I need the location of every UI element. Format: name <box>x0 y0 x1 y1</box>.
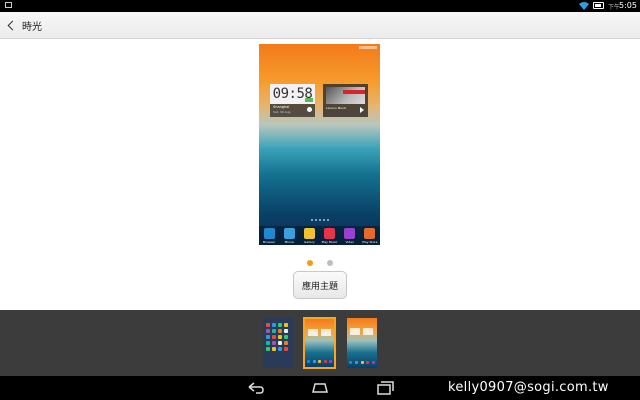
theme-thumbnail[interactable] <box>263 318 293 368</box>
gallery-icon <box>303 228 315 239</box>
dock-item: Phone <box>283 228 296 244</box>
theme-thumbnail-selected[interactable] <box>303 317 336 369</box>
page-title: 時光 <box>22 21 42 33</box>
preview-status-bar <box>359 46 377 49</box>
music-icon <box>324 228 336 239</box>
action-bar: 時光 <box>0 12 640 39</box>
browser-icon <box>263 228 275 239</box>
chevron-left-icon <box>7 20 18 30</box>
sun-icon <box>307 107 312 112</box>
back-button[interactable]: 時光 <box>2 12 62 38</box>
watermark-text: kelly0907@sogi.com.tw <box>448 380 609 395</box>
dock-item: Gallery <box>303 228 316 244</box>
home-nav-icon[interactable] <box>310 380 330 396</box>
preview-pager <box>0 251 640 270</box>
preview-clock-widget: 09:58 Shanghai Sat, 30 Aug <box>270 84 315 117</box>
store-icon <box>364 228 376 239</box>
preview-music-title: Lenovo Music <box>326 106 347 110</box>
dock-item: Play Music <box>322 228 337 244</box>
theme-thumbnail[interactable] <box>347 318 377 368</box>
dock-item: Play Store <box>362 228 377 244</box>
weather-badge <box>305 98 313 102</box>
theme-preview[interactable]: 09:58 Shanghai Sat, 30 Aug Lenovo Music … <box>259 44 380 245</box>
preview-page-dots <box>259 218 380 222</box>
album-art-flag <box>343 90 365 94</box>
recent-apps-icon[interactable] <box>375 380 395 396</box>
preview-music-widget: Lenovo Music <box>323 84 368 117</box>
phone-icon <box>283 228 295 239</box>
play-icon <box>360 107 364 113</box>
video-icon <box>344 228 356 239</box>
clock-time: 5:05 <box>619 1 637 10</box>
preview-clock-date: Sat, 30 Aug <box>273 110 291 114</box>
preview-dock: Browser Phone Gallery Play Music Video P… <box>259 226 380 245</box>
pager-dot[interactable] <box>326 260 333 266</box>
preview-clock-city: Shanghai <box>273 105 290 109</box>
wifi-icon <box>579 2 589 10</box>
pager-dot-active[interactable] <box>307 260 314 266</box>
battery-icon <box>593 2 604 9</box>
theme-thumbnail-strip <box>0 310 640 376</box>
apply-theme-button[interactable]: 應用主題 <box>293 271 347 299</box>
dock-item: Browser <box>263 228 276 244</box>
screenshot-notification-icon <box>5 2 12 8</box>
status-bar: 下午 5:05 <box>0 0 640 12</box>
back-nav-icon[interactable] <box>246 380 266 396</box>
dock-item: Video <box>343 228 356 244</box>
